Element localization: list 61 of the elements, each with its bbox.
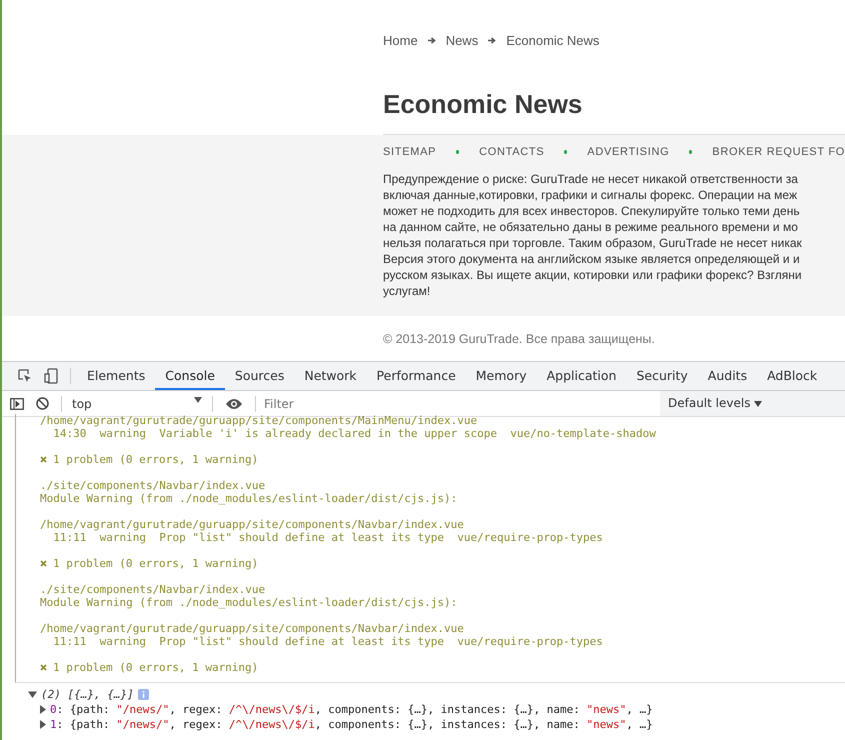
console-line: 11:11 warning Prop "list" should define at least its type vue/require-prop-types (52, 635, 604, 648)
cross-icon (40, 560, 47, 567)
bullet-icon (564, 150, 568, 154)
console-line: Module Warning (from ./node_modules/eslint-loader/dist/cjs.js): (40, 596, 458, 609)
array-summary[interactable]: (2) [{…}, {…}] (41, 688, 134, 701)
devtools-tab[interactable]: Security (626, 362, 698, 390)
footer-link[interactable]: SITEMAP (383, 146, 436, 158)
disclaimer-line: Предупреждение о риске: GuruTrade не несет никакой ответственности за (383, 171, 799, 187)
object-entry[interactable]: 0: {path: "/news/", regex: /^\/news\/$/i, components: {…}, instances: {…}, name: "news", …} (50, 703, 653, 716)
breadcrumb-link[interactable]: News (446, 33, 478, 48)
clear-icon[interactable] (36, 397, 49, 410)
devtools-tab[interactable]: Sources (224, 362, 294, 390)
inspect-icon[interactable] (18, 369, 32, 383)
devtools-tab[interactable]: Audits (698, 362, 758, 390)
console-line: 1 problem (0 errors, 1 warning) (53, 557, 258, 570)
disclaimer-line: может не подходить для всех инвесторов. Спекулируйте только теми день (383, 203, 801, 219)
object-entry[interactable]: 1: {path: "/news/", regex: /^\/news\/$/i, components: {…}, instances: {…}, name: "news", …} (50, 718, 653, 731)
console-line: /home/vagrant/gurutrade/guruapp/site/components/Navbar/index.vue (40, 622, 465, 635)
disclaimer-line: включая данные,котировки, графики и сигналы форекс. Операции на меж (383, 187, 798, 203)
devtools-tab[interactable]: Console (155, 362, 225, 390)
levels-dropdown[interactable]: Default levels (660, 391, 845, 416)
copyright-text: © 2013-2019 GuruTrade. Все права защищены. (383, 332, 656, 346)
console-line: ./site/components/Navbar/index.vue (40, 479, 266, 492)
footer-link[interactable]: CONTACTS (479, 146, 544, 158)
devtools-tab[interactable]: Performance (366, 362, 466, 390)
disclaimer-line: услугам! (383, 283, 432, 299)
disclaimer-line: Версия этого документа на английском языке является определяющей и и (383, 251, 801, 267)
console-line: 1 problem (0 errors, 1 warning) (53, 453, 258, 466)
eye-icon[interactable] (225, 398, 243, 410)
disclaimer-line: на данном сайте, не обязательно даны в режиме реального времени и мо (383, 219, 799, 235)
console-line: 1 problem (0 errors, 1 warning) (53, 661, 258, 674)
footer-link[interactable]: BROKER REQUEST FO (712, 146, 845, 158)
disclaimer-line: русском языках. Вы ищете акции, котировки или графики форекс? Взгляни (383, 267, 803, 283)
cross-icon (40, 664, 47, 671)
devtools-tab[interactable]: Application (536, 362, 626, 390)
arrow-icon (488, 37, 496, 44)
cross-icon (40, 456, 47, 463)
dropdown-caret-icon (754, 401, 762, 407)
console-line: /home/vagrant/gurutrade/guruapp/site/components/MainMenu/index.vue (40, 414, 478, 427)
console-line: Module Warning (from ./node_modules/eslint-loader/dist/cjs.js): (40, 492, 458, 505)
console-line: 11:11 warning Prop "list" should define at least its type vue/require-prop-types (52, 531, 604, 544)
console-line: 14:30 warning Variable 'i' is already declared in the upper scope vue/no-template-shadow (52, 427, 657, 440)
console-line: /home/vagrant/gurutrade/guruapp/site/components/Navbar/index.vue (40, 518, 465, 531)
breadcrumb-link[interactable]: Economic News (506, 33, 600, 48)
sidebar-toggle-icon[interactable] (10, 398, 24, 410)
device-icon[interactable] (44, 368, 58, 384)
bullet-icon (456, 150, 460, 154)
info-icon (138, 689, 149, 700)
arrow-icon (428, 37, 436, 44)
devtools-tab[interactable]: Elements (77, 362, 156, 390)
footer-link[interactable]: ADVERTISING (587, 146, 670, 158)
breadcrumb-link[interactable]: Home (383, 33, 418, 48)
devtools-tab[interactable]: AdBlock (757, 362, 828, 390)
context-select[interactable]: top (68, 396, 206, 410)
devtools-tab[interactable]: Memory (466, 362, 537, 390)
console-line: ./site/components/Navbar/index.vue (40, 583, 266, 596)
devtools-tab[interactable]: Network (294, 362, 367, 390)
expand-caret-icon[interactable] (28, 690, 37, 699)
disclaimer-line: нельзя полагаться при торговле. Таким образом, GuruTrade не несет никак (383, 235, 803, 251)
dropdown-caret-icon (194, 396, 202, 402)
bullet-icon (689, 150, 692, 154)
